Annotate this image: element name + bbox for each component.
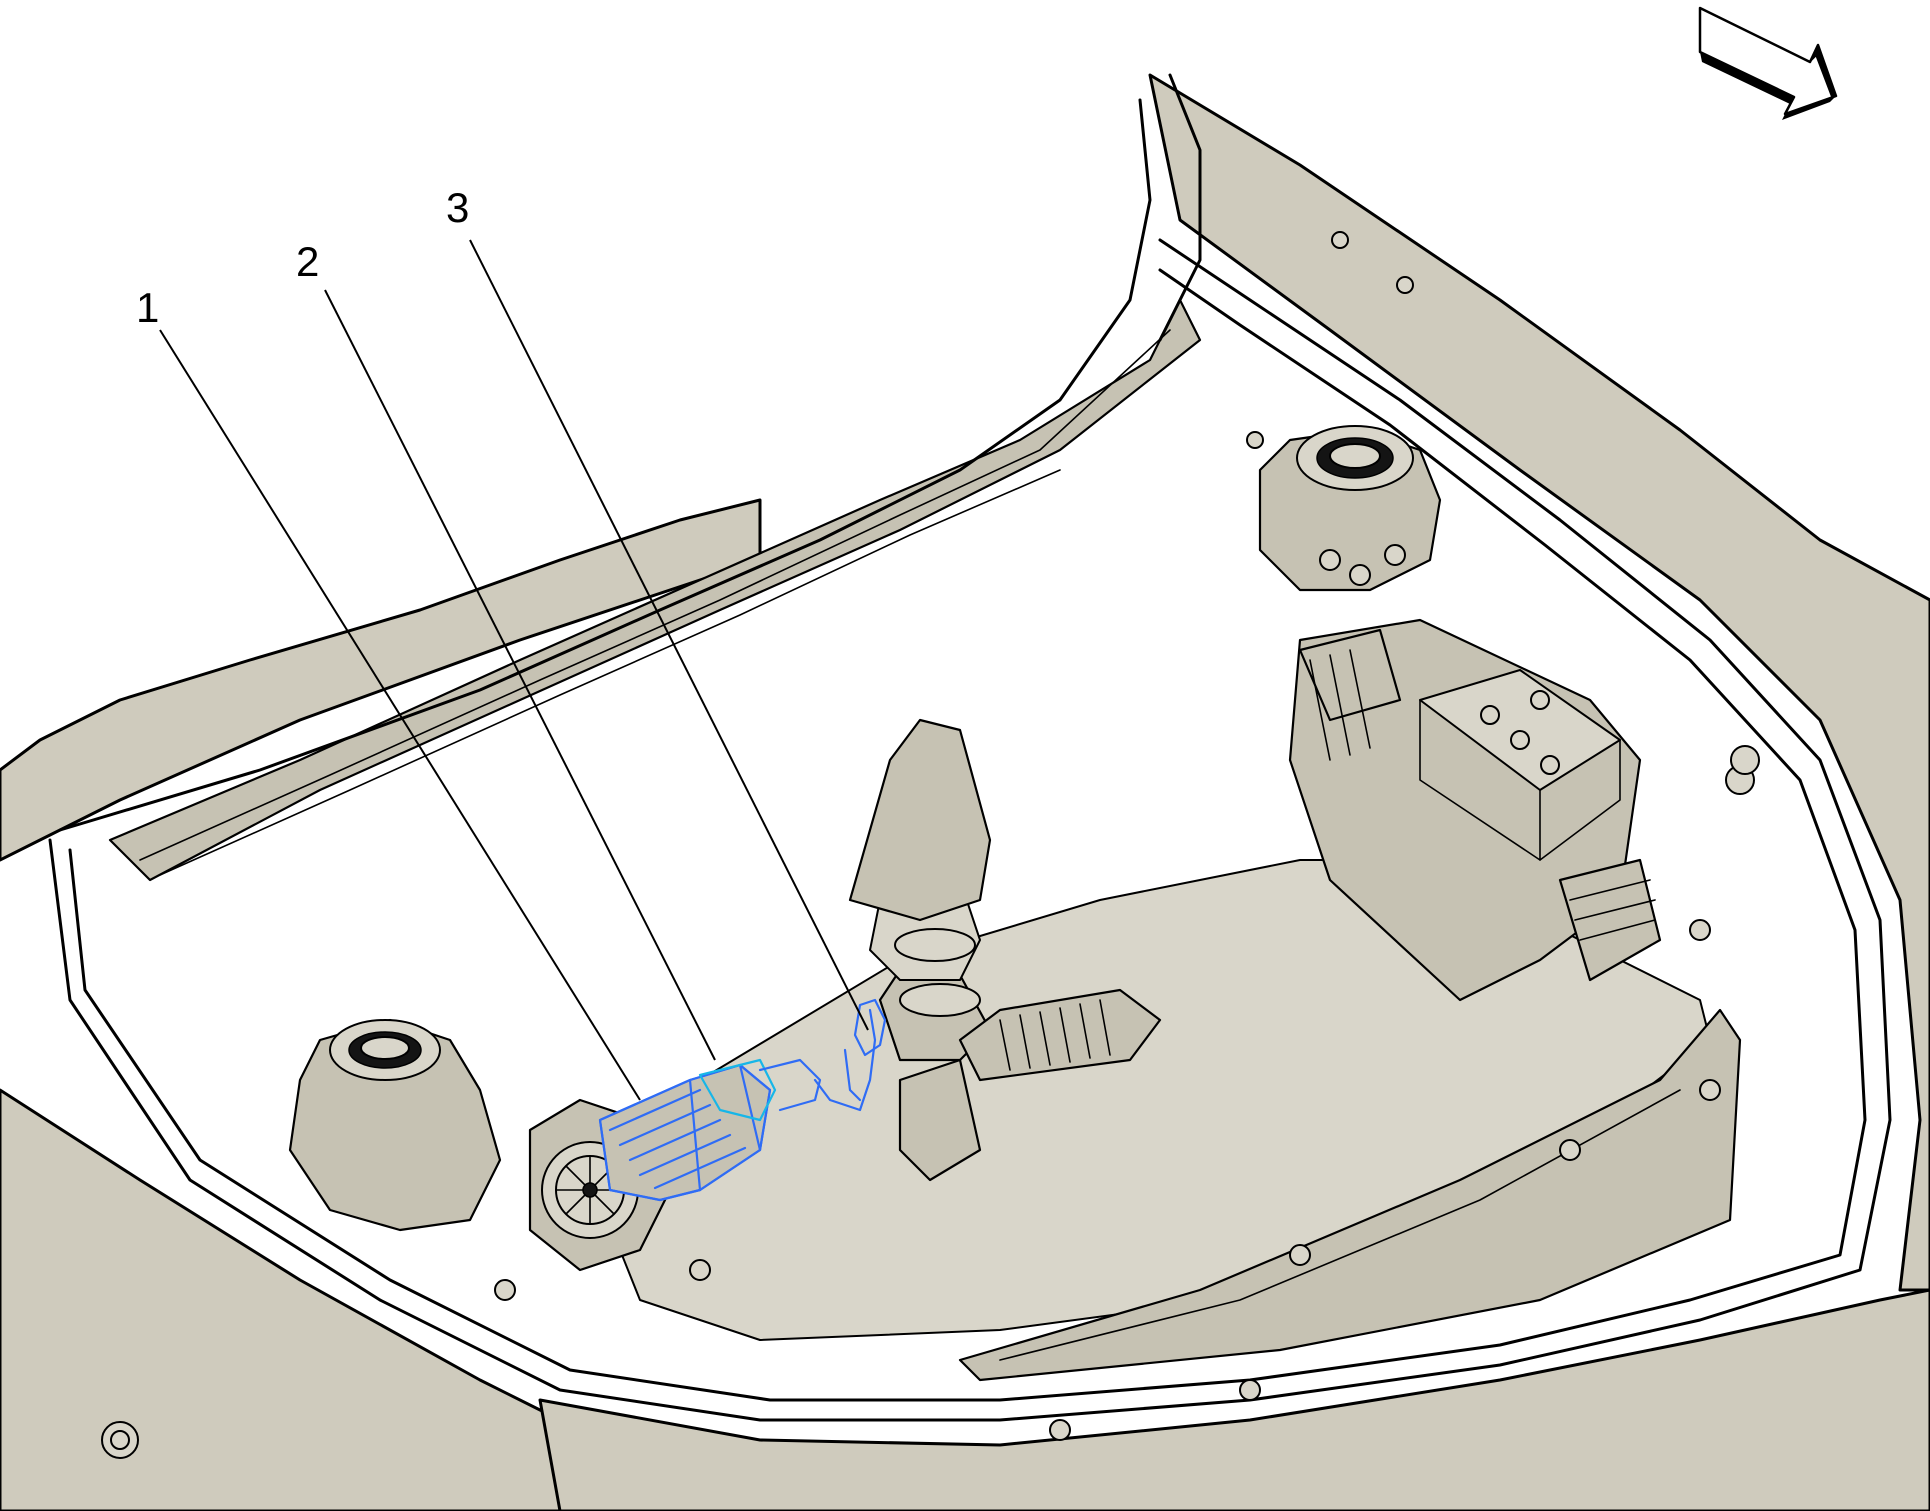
left-strut-tower bbox=[288, 1018, 502, 1232]
right-strut-tower bbox=[1258, 425, 1442, 592]
callout-3: 3 bbox=[446, 184, 469, 231]
view-direction-arrow-icon bbox=[1698, 6, 1838, 120]
callout-2: 2 bbox=[296, 238, 319, 285]
callout-1: 1 bbox=[136, 284, 159, 331]
left-fender bbox=[0, 498, 762, 862]
callouts: 1 2 3 bbox=[136, 184, 469, 331]
engine-compartment-diagram: 1 2 3 bbox=[0, 6, 1930, 1511]
